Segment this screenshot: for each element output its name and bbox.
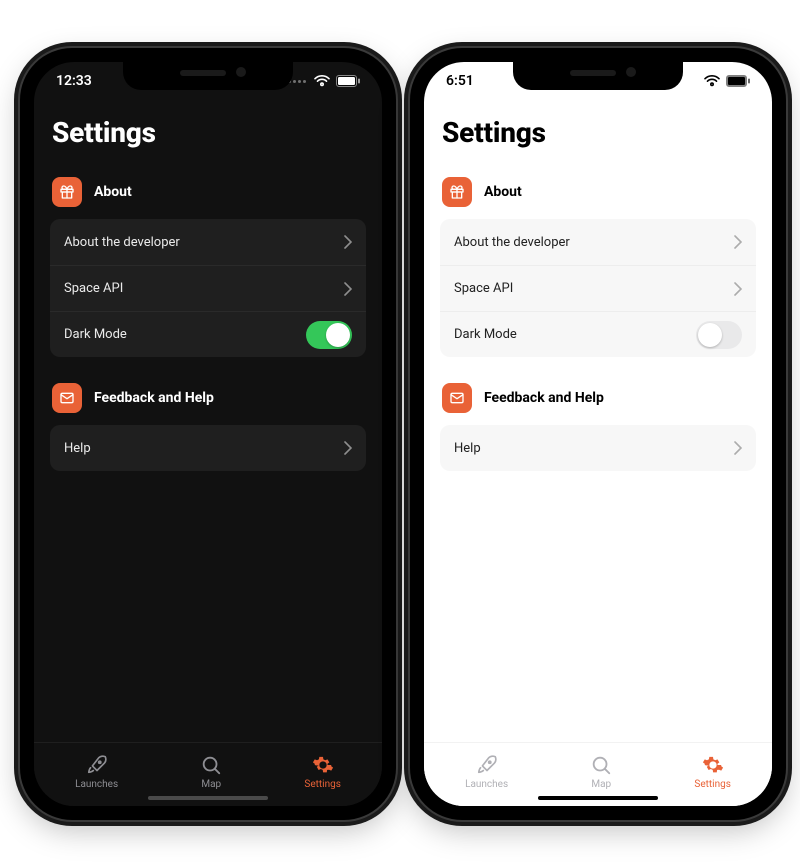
row-help[interactable]: Help: [50, 425, 366, 471]
row-help[interactable]: Help: [440, 425, 756, 471]
chevron-right-icon: [734, 282, 742, 296]
device-notch: [513, 62, 683, 90]
row-label: Space API: [64, 281, 123, 296]
mail-icon: [442, 383, 472, 413]
settings-content: Settings About About the developer Space…: [34, 62, 382, 806]
row-label: About the developer: [64, 235, 180, 250]
row-label: Help: [454, 441, 481, 456]
mail-icon: [52, 383, 82, 413]
chevron-right-icon: [734, 235, 742, 249]
section-head-about: About: [52, 177, 364, 207]
wifi-icon: [704, 75, 720, 87]
device-notch: [123, 62, 293, 90]
row-dark-mode: Dark Mode: [50, 311, 366, 357]
status-time: 6:51: [446, 73, 474, 89]
row-about-developer[interactable]: About the developer: [440, 219, 756, 265]
tab-launches[interactable]: Launches: [465, 754, 508, 790]
tab-label: Settings: [304, 779, 341, 790]
tab-label: Launches: [465, 779, 508, 790]
tab-map[interactable]: Map: [590, 754, 612, 790]
tab-label: Launches: [75, 779, 118, 790]
row-label: Dark Mode: [64, 327, 127, 342]
chevron-right-icon: [734, 441, 742, 455]
chevron-right-icon: [344, 441, 352, 455]
section-title: Feedback and Help: [484, 390, 604, 406]
status-time: 12:33: [56, 73, 92, 89]
tab-settings[interactable]: Settings: [304, 754, 341, 790]
page-title: Settings: [52, 116, 364, 149]
chevron-right-icon: [344, 282, 352, 296]
tab-settings[interactable]: Settings: [694, 754, 731, 790]
rocket-icon: [476, 754, 498, 776]
row-label: Space API: [454, 281, 513, 296]
section-head-feedback: Feedback and Help: [52, 383, 364, 413]
row-space-api[interactable]: Space API: [440, 265, 756, 311]
gear-icon: [702, 754, 724, 776]
settings-content: Settings About About the developer Space…: [424, 62, 772, 806]
tab-map[interactable]: Map: [200, 754, 222, 790]
dark-mode-toggle[interactable]: [306, 321, 352, 349]
row-dark-mode: Dark Mode: [440, 311, 756, 357]
status-right: [288, 75, 360, 87]
section-title: About: [484, 184, 522, 200]
gift-icon: [52, 177, 82, 207]
chevron-right-icon: [344, 235, 352, 249]
page-title: Settings: [442, 116, 754, 149]
section-title: Feedback and Help: [94, 390, 214, 406]
card-feedback: Help: [440, 425, 756, 471]
tab-label: Map: [591, 779, 611, 790]
dark-mode-toggle[interactable]: [696, 321, 742, 349]
tab-label: Map: [201, 779, 221, 790]
battery-icon: [726, 75, 750, 87]
search-icon: [200, 754, 222, 776]
home-indicator[interactable]: [148, 796, 268, 800]
section-head-about: About: [442, 177, 754, 207]
phone-mockup-light: 6:51 Settings About About the de: [410, 48, 786, 820]
tab-label: Settings: [694, 779, 731, 790]
rocket-icon: [86, 754, 108, 776]
card-about: About the developer Space API Dark Mode: [50, 219, 366, 357]
home-indicator[interactable]: [538, 796, 658, 800]
tab-bar: Launches Map Settings: [424, 742, 772, 806]
wifi-icon: [314, 75, 330, 87]
gift-icon: [442, 177, 472, 207]
screen: 12:33 Settings About: [34, 62, 382, 806]
battery-icon: [336, 75, 360, 87]
card-feedback: Help: [50, 425, 366, 471]
row-label: Dark Mode: [454, 327, 517, 342]
section-head-feedback: Feedback and Help: [442, 383, 754, 413]
row-about-developer[interactable]: About the developer: [50, 219, 366, 265]
search-icon: [590, 754, 612, 776]
row-label: About the developer: [454, 235, 570, 250]
row-label: Help: [64, 441, 91, 456]
screen: 6:51 Settings About About the de: [424, 62, 772, 806]
gear-icon: [312, 754, 334, 776]
tab-launches[interactable]: Launches: [75, 754, 118, 790]
card-about: About the developer Space API Dark Mode: [440, 219, 756, 357]
phone-mockup-dark: 12:33 Settings About: [20, 48, 396, 820]
status-right: [704, 75, 750, 87]
row-space-api[interactable]: Space API: [50, 265, 366, 311]
tab-bar: Launches Map Settings: [34, 742, 382, 806]
section-title: About: [94, 184, 132, 200]
